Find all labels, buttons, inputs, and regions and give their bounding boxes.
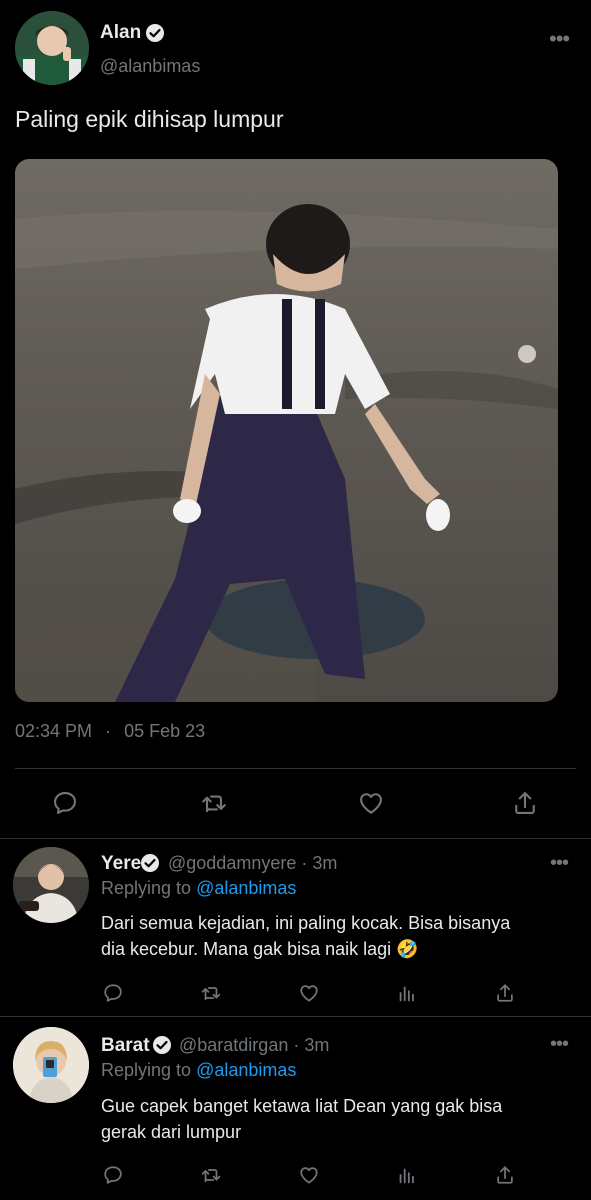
reply-avatar[interactable] [13,847,89,923]
retweet-icon[interactable] [200,789,228,817]
tweet-time: 02:34 PM [15,721,93,741]
verified-badge-icon [145,23,165,43]
reply-text-line: dia kecebur. Mana gak bisa naik lagi 🤣 [101,939,419,959]
reply-text-line: Dari semua kejadian, ini paling kocak. B… [101,913,511,933]
reply-author-name[interactable]: Barat [101,1035,150,1057]
tweet-text: Paling epik dihisap lumpur [15,106,284,132]
replying-to: Replying to @alanbimas [101,1060,296,1081]
separator-dot: · [105,721,112,741]
verified-badge-icon [152,1035,172,1055]
retweet-icon[interactable] [200,982,222,1004]
replying-to-link[interactable]: @alanbimas [196,878,296,898]
reply-age: · 3m [293,1035,330,1055]
more-options-icon[interactable]: ••• [549,26,570,52]
verified-badge-icon [140,853,160,873]
reply-icon[interactable] [102,982,124,1004]
reply-text-line: gerak dari lumpur [101,1122,242,1142]
reply-handle[interactable]: @goddamnyere [168,853,296,873]
author-handle[interactable]: @alanbimas [100,56,200,77]
divider [0,1016,591,1017]
reply-handle[interactable]: @baratdirgan [179,1035,288,1055]
tweet-date: 05 Feb 23 [124,721,206,741]
replying-to-label: Replying to [101,878,192,898]
analytics-icon[interactable] [396,982,418,1004]
reply-author-handle[interactable]: @baratdirgan · 3m [179,1035,329,1056]
share-icon[interactable] [494,1164,516,1186]
tweet-timestamp[interactable]: 02:34 PM · 05 Feb 23 [15,721,205,742]
reply-author-handle[interactable]: @goddamnyere · 3m [168,853,337,874]
retweet-icon[interactable] [200,1164,222,1186]
like-icon[interactable] [298,1164,320,1186]
analytics-icon[interactable] [396,1164,418,1186]
reply-age: · 3m [301,853,338,873]
share-icon[interactable] [494,982,516,1004]
replying-to-link[interactable]: @alanbimas [196,1060,296,1080]
reply-text: Dari semua kejadian, ini paling kocak. B… [101,910,571,962]
share-icon[interactable] [511,789,539,817]
divider [15,768,576,769]
like-icon[interactable] [298,982,320,1004]
author-avatar[interactable] [15,11,89,85]
reply-text: Gue capek banget ketawa liat Dean yang g… [101,1093,571,1145]
replying-to: Replying to @alanbimas [101,878,296,899]
reply-avatar[interactable] [13,1027,89,1103]
reply-author-name[interactable]: Yere [101,853,141,875]
reply-icon[interactable] [102,1164,124,1186]
more-options-icon[interactable]: ••• [550,852,569,875]
divider [0,838,591,839]
like-icon[interactable] [357,789,385,817]
reply-icon[interactable] [51,789,79,817]
tweet-media-image[interactable] [15,159,558,702]
more-options-icon[interactable]: ••• [550,1033,569,1056]
replying-to-label: Replying to [101,1060,192,1080]
author-name[interactable]: Alan [100,22,141,44]
reply-text-line: Gue capek banget ketawa liat Dean yang g… [101,1096,503,1116]
